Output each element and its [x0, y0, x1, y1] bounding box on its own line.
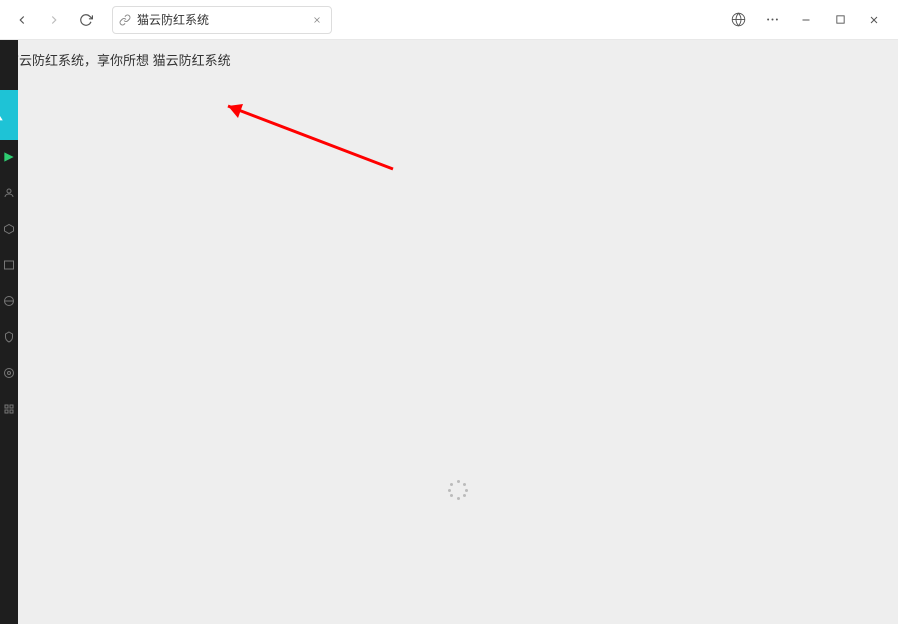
back-button[interactable]	[8, 6, 36, 34]
globe-button[interactable]	[722, 6, 754, 34]
annotation-arrow	[208, 94, 408, 194]
sidebar-item[interactable]	[2, 186, 16, 200]
minimize-button[interactable]	[790, 6, 822, 34]
link-icon	[119, 14, 131, 26]
sidebar-item[interactable]	[2, 402, 16, 416]
sidebar-item-active[interactable]	[2, 150, 16, 164]
page-body-text: 猫云防红系统，享你所想 猫云防红系统	[6, 50, 231, 69]
refresh-button[interactable]	[72, 6, 100, 34]
sidebar-item[interactable]	[2, 258, 16, 272]
window-controls	[722, 6, 890, 34]
sidebar-item[interactable]	[2, 366, 16, 380]
logo-icon	[0, 102, 6, 128]
sidebar-item[interactable]	[2, 294, 16, 308]
sidebar-item[interactable]	[2, 222, 16, 236]
left-sidebar	[0, 40, 18, 624]
more-button[interactable]	[756, 6, 788, 34]
forward-button[interactable]	[40, 6, 68, 34]
address-bar[interactable]	[112, 6, 332, 34]
close-icon	[312, 15, 322, 25]
browser-toolbar	[0, 0, 898, 40]
maximize-icon	[835, 14, 846, 25]
chevron-right-icon	[47, 13, 61, 27]
minimize-icon	[800, 14, 812, 26]
sidebar-item[interactable]	[2, 330, 16, 344]
more-horizontal-icon	[765, 12, 780, 27]
sidebar-icons	[0, 150, 18, 416]
app-logo	[0, 90, 18, 140]
clear-address-button[interactable]	[309, 12, 325, 28]
refresh-icon	[79, 13, 93, 27]
close-window-button[interactable]	[858, 6, 890, 34]
close-icon	[868, 14, 880, 26]
page-content: 猫云防红系统，享你所想 猫云防红系统	[18, 40, 898, 624]
globe-icon	[731, 12, 746, 27]
loading-spinner	[448, 480, 468, 500]
address-input[interactable]	[137, 13, 303, 27]
maximize-button[interactable]	[824, 6, 856, 34]
chevron-left-icon	[15, 13, 29, 27]
